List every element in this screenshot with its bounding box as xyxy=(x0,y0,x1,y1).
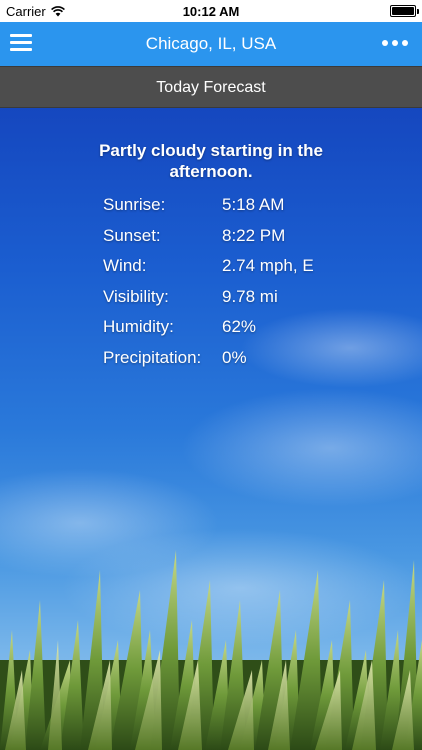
forecast-row-sunset: Sunset: 8:22 PM xyxy=(0,226,422,257)
forecast-label: Sunrise: xyxy=(103,195,166,214)
forecast-row-sunrise: Sunrise: 5:18 AM xyxy=(0,195,422,226)
navigation-bar: Chicago, IL, USA xyxy=(0,22,422,66)
forecast-label: Humidity: xyxy=(103,317,174,336)
battery-icon xyxy=(390,5,419,17)
forecast-value: 5:18 AM xyxy=(222,195,285,214)
forecast-panel: Partly cloudy starting in the afternoon.… xyxy=(0,140,422,378)
forecast-row-precipitation: Precipitation: 0% xyxy=(0,348,422,379)
grass-image xyxy=(0,550,422,750)
forecast-value: 0% xyxy=(222,347,247,367)
forecast-summary: Partly cloudy starting in the afternoon. xyxy=(99,141,323,181)
more-dots-icon[interactable] xyxy=(382,40,408,46)
forecast-details: Sunrise: 5:18 AM Sunset: 8:22 PM Wind: 2… xyxy=(0,195,422,378)
forecast-value: 9.78 mi xyxy=(222,286,278,306)
section-header: Today Forecast xyxy=(0,66,422,108)
forecast-label: Visibility: xyxy=(103,286,169,306)
forecast-row-wind: Wind: 2.74 mph, E xyxy=(0,256,422,287)
location-title: Chicago, IL, USA xyxy=(145,34,277,53)
status-time: 10:12 AM xyxy=(182,4,240,19)
forecast-value: 62% xyxy=(222,317,257,336)
forecast-label: Precipitation: xyxy=(103,347,202,367)
forecast-label: Sunset: xyxy=(103,225,161,245)
forecast-row-visibility: Visibility: 9.78 mi xyxy=(0,287,422,318)
forecast-value: 8:22 PM xyxy=(222,225,286,245)
forecast-row-humidity: Humidity: 62% xyxy=(0,317,422,348)
forecast-label: Wind: xyxy=(103,256,147,275)
forecast-value: 2.74 mph, E xyxy=(222,256,314,275)
status-bar: Carrier 10:12 AM xyxy=(0,0,422,22)
